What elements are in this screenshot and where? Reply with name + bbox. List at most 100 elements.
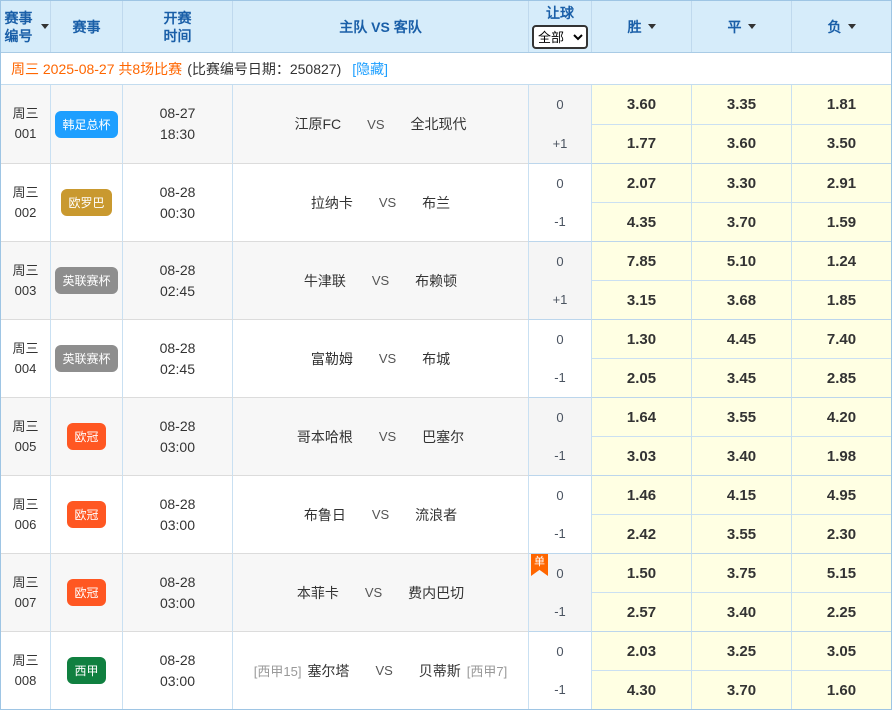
match-no: 006 [15, 515, 37, 535]
odds-win[interactable]: 1.64 [592, 398, 691, 436]
odds-draw[interactable]: 3.55 [692, 514, 791, 553]
odds-win[interactable]: 3.15 [592, 280, 691, 319]
odds-draw[interactable]: 3.55 [692, 398, 791, 436]
odds-draw[interactable]: 3.70 [692, 202, 791, 241]
handicap-value: -1 [529, 671, 591, 710]
odds-draw[interactable]: 3.40 [692, 436, 791, 475]
odds-win[interactable]: 1.30 [592, 320, 691, 358]
odds-draw[interactable]: 3.25 [692, 632, 791, 670]
match-date: 08-28 [160, 416, 196, 437]
league-cell: 欧冠 [50, 397, 122, 475]
handicap-value: +1 [529, 124, 591, 163]
match-day: 周三 [12, 183, 38, 203]
match-row: 周三 003 英联赛杯 08-28 02:45 牛津联 VS 布赖顿 0 +1 [1, 241, 891, 319]
match-row: 周三 002 欧罗巴 08-28 00:30 拉纳卡 VS 布兰 0 -1 [1, 163, 891, 241]
win-odds-column: 1.30 2.05 [591, 319, 691, 397]
odds-draw[interactable]: 4.15 [692, 476, 791, 514]
match-day: 周三 [12, 261, 38, 281]
col-header-win[interactable]: 胜 [591, 1, 691, 52]
odds-draw[interactable]: 3.30 [692, 164, 791, 202]
odds-win[interactable]: 2.03 [592, 632, 691, 670]
odds-lose[interactable]: 1.81 [792, 85, 891, 124]
match-date: 08-28 [160, 572, 196, 593]
handicap-value: 0 [529, 632, 591, 671]
odds-lose[interactable]: 1.85 [792, 280, 891, 319]
handicap-value: -1 [529, 437, 591, 476]
odds-win[interactable]: 2.42 [592, 514, 691, 553]
odds-lose[interactable]: 1.98 [792, 436, 891, 475]
odds-win[interactable]: 1.77 [592, 124, 691, 164]
odds-lose[interactable]: 2.85 [792, 358, 891, 397]
league-badge: 西甲 [67, 657, 105, 684]
odds-lose[interactable]: 3.05 [792, 632, 891, 670]
handicap-cell: 0 -1 [528, 319, 591, 397]
odds-lose[interactable]: 4.95 [792, 476, 891, 514]
handicap-value: +1 [529, 281, 591, 320]
vs-label: VS [379, 195, 396, 210]
odds-win[interactable]: 4.30 [592, 670, 691, 709]
odds-draw[interactable]: 4.45 [692, 320, 791, 358]
col-header-competition: 赛事 [50, 1, 122, 52]
handicap-value: -1 [529, 359, 591, 398]
odds-win[interactable]: 2.07 [592, 164, 691, 202]
odds-lose[interactable]: 1.60 [792, 670, 891, 709]
match-no: 008 [15, 671, 37, 691]
odds-draw[interactable]: 3.70 [692, 670, 791, 709]
match-number-cell: 周三 006 [1, 475, 50, 553]
league-cell: 欧罗巴 [50, 163, 122, 241]
league-cell: 韩足总杯 [50, 85, 122, 163]
odds-win[interactable]: 3.03 [592, 436, 691, 475]
vs-label: VS [365, 585, 382, 600]
odds-win[interactable]: 3.60 [592, 85, 691, 124]
odds-lose[interactable]: 1.24 [792, 242, 891, 280]
vs-label: VS [379, 351, 396, 366]
handicap-filter-select[interactable]: 全部 [532, 25, 588, 49]
col-header-draw[interactable]: 平 [691, 1, 791, 52]
odds-lose[interactable]: 5.15 [792, 554, 891, 592]
teams-cell: 布鲁日 VS 流浪者 [232, 475, 528, 553]
col-header-start-time: 开赛时间 [122, 1, 232, 52]
odds-lose[interactable]: 2.30 [792, 514, 891, 553]
odds-win[interactable]: 2.57 [592, 592, 691, 631]
time-cell: 08-27 18:30 [122, 85, 232, 163]
match-number-cell: 周三 004 [1, 319, 50, 397]
home-team: 本菲卡 [297, 583, 339, 603]
match-number-cell: 周三 001 [1, 85, 50, 163]
odds-draw[interactable]: 5.10 [692, 242, 791, 280]
odds-draw[interactable]: 3.40 [692, 592, 791, 631]
date-bar: 周三 2025-08-27 共8场比赛 (比赛编号日期：250827) [隐藏] [1, 53, 891, 85]
draw-odds-column: 4.45 3.45 [691, 319, 791, 397]
handicap-cell: 0 -1 [528, 631, 591, 709]
odds-draw[interactable]: 3.35 [692, 85, 791, 124]
col-header-handicap: 让球 全部 [528, 1, 591, 52]
odds-draw[interactable]: 3.68 [692, 280, 791, 319]
odds-win[interactable]: 7.85 [592, 242, 691, 280]
odds-lose[interactable]: 4.20 [792, 398, 891, 436]
odds-draw[interactable]: 3.60 [692, 124, 791, 164]
col-header-teams: 主队 VS 客队 [232, 1, 528, 52]
col-header-lose[interactable]: 负 [791, 1, 891, 52]
matches-body: 周三 001 韩足总杯 08-27 18:30 江原FC VS 全北现代 0 +… [1, 85, 891, 709]
odds-lose[interactable]: 3.50 [792, 124, 891, 164]
odds-win[interactable]: 4.35 [592, 202, 691, 241]
odds-win[interactable]: 2.05 [592, 358, 691, 397]
time-cell: 08-28 00:30 [122, 163, 232, 241]
away-team: 布城 [422, 349, 450, 369]
match-date: 08-28 [160, 260, 196, 281]
odds-lose[interactable]: 2.25 [792, 592, 891, 631]
odds-lose[interactable]: 1.59 [792, 202, 891, 241]
handicap-cell: 0 +1 [528, 241, 591, 319]
odds-draw[interactable]: 3.45 [692, 358, 791, 397]
handicap-value: 0 [529, 398, 591, 437]
teams-cell: [西甲15] 塞尔塔 VS 贝蒂斯 [西甲7] [232, 631, 528, 709]
odds-win[interactable]: 1.50 [592, 554, 691, 592]
odds-lose[interactable]: 2.91 [792, 164, 891, 202]
match-number-cell: 周三 003 [1, 241, 50, 319]
odds-draw[interactable]: 3.75 [692, 554, 791, 592]
draw-odds-column: 3.55 3.40 [691, 397, 791, 475]
home-team: 哥本哈根 [297, 427, 353, 447]
odds-lose[interactable]: 7.40 [792, 320, 891, 358]
odds-win[interactable]: 1.46 [592, 476, 691, 514]
col-header-match-no[interactable]: 赛事编号 [1, 1, 50, 52]
hide-link[interactable]: [隐藏] [352, 59, 388, 79]
